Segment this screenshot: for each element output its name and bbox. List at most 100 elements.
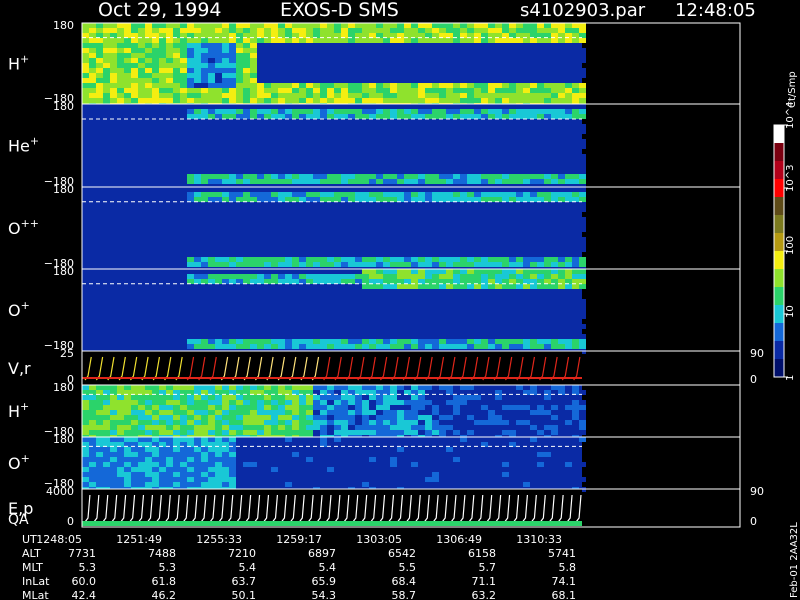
heatmap-cell: [103, 467, 110, 472]
heatmap-cell: [502, 339, 509, 344]
heatmap-cell: [523, 314, 530, 319]
heatmap-cell: [271, 232, 278, 237]
heatmap-cell: [376, 174, 383, 179]
heatmap-cell: [320, 289, 327, 294]
heatmap-cell: [124, 242, 131, 247]
heatmap-cell: [124, 420, 131, 425]
heatmap-cell: [523, 68, 530, 73]
heatmap-cell: [229, 425, 236, 430]
heatmap-cell: [453, 179, 460, 184]
heatmap-cell: [187, 197, 194, 202]
heatmap-cell: [509, 88, 516, 93]
heatmap-cell: [334, 400, 341, 405]
heatmap-cell: [453, 58, 460, 63]
heatmap-cell: [432, 237, 439, 242]
heatmap-cell: [236, 169, 243, 174]
heatmap-cell: [544, 294, 551, 299]
heatmap-cell: [432, 179, 439, 184]
heatmap-cell: [257, 63, 264, 68]
heatmap-cell: [453, 124, 460, 129]
heatmap-cell: [579, 299, 586, 304]
heatmap-cell: [299, 187, 306, 192]
heatmap-cell: [166, 400, 173, 405]
heatmap-cell: [369, 324, 376, 329]
heatmap-cell: [418, 98, 425, 103]
heatmap-cell: [82, 400, 89, 405]
heatmap-cell: [222, 467, 229, 472]
heatmap-cell: [215, 437, 222, 442]
heatmap-cell: [411, 395, 418, 400]
heatmap-cell: [572, 43, 579, 48]
heatmap-cell: [418, 63, 425, 68]
heatmap-cell: [152, 262, 159, 267]
heatmap-cell: [376, 385, 383, 390]
heatmap-cell: [194, 139, 201, 144]
heatmap-cell: [404, 279, 411, 284]
heatmap-cell: [530, 309, 537, 314]
heatmap-cell: [516, 247, 523, 252]
heatmap-cell: [292, 43, 299, 48]
heatmap-cell: [460, 28, 467, 33]
heatmap-cell: [236, 420, 243, 425]
heatmap-cell: [180, 93, 187, 98]
heatmap-cell: [411, 174, 418, 179]
heatmap-cell: [159, 437, 166, 442]
heatmap-cell: [397, 207, 404, 212]
heatmap-cell: [418, 169, 425, 174]
heatmap-cell: [376, 23, 383, 28]
heatmap-cell: [152, 430, 159, 435]
heatmap-cell: [432, 169, 439, 174]
heatmap-cell: [390, 274, 397, 279]
heatmap-cell: [145, 482, 152, 487]
heatmap-cell: [383, 425, 390, 430]
heatmap-cell: [110, 53, 117, 58]
heatmap-cell: [82, 425, 89, 430]
heatmap-cell: [334, 395, 341, 400]
heatmap-cell: [432, 28, 439, 33]
heatmap-cell: [460, 430, 467, 435]
heatmap-cell: [341, 400, 348, 405]
heatmap-cell: [285, 98, 292, 103]
heatmap-cell: [229, 430, 236, 435]
heatmap-cell: [362, 43, 369, 48]
heatmap-cell: [159, 83, 166, 88]
heatmap-cell: [327, 482, 334, 487]
heatmap-cell: [103, 339, 110, 344]
heatmap-cell: [222, 139, 229, 144]
heatmap-cell: [250, 257, 257, 262]
heatmap-cell: [229, 339, 236, 344]
heatmap-cell: [82, 257, 89, 262]
heatmap-cell: [152, 124, 159, 129]
heatmap-cell: [145, 334, 152, 339]
heatmap-cell: [278, 119, 285, 124]
heatmap-cell: [446, 294, 453, 299]
heatmap-cell: [320, 38, 327, 43]
heatmap-cell: [110, 319, 117, 324]
heatmap-cell: [110, 93, 117, 98]
heatmap-cell: [446, 400, 453, 405]
heatmap-cell: [89, 467, 96, 472]
heatmap-cell: [334, 339, 341, 344]
heatmap-cell: [313, 385, 320, 390]
heatmap-cell: [418, 274, 425, 279]
heatmap-cell: [341, 83, 348, 88]
heatmap-cell: [278, 139, 285, 144]
heatmap-cell: [502, 269, 509, 274]
heatmap-cell: [278, 227, 285, 232]
heatmap-cell: [201, 257, 208, 262]
heatmap-cell: [208, 385, 215, 390]
heatmap-cell: [418, 144, 425, 149]
heatmap-cell: [271, 339, 278, 344]
heatmap-cell: [537, 83, 544, 88]
heatmap-cell: [376, 395, 383, 400]
heatmap-cell: [278, 420, 285, 425]
heatmap-cell: [467, 197, 474, 202]
heatmap-cell: [341, 482, 348, 487]
heatmap-cell: [152, 477, 159, 482]
heatmap-cell: [299, 63, 306, 68]
heatmap-cell: [229, 144, 236, 149]
heatmap-cell: [390, 242, 397, 247]
heatmap-cell: [425, 174, 432, 179]
heatmap-cell: [558, 197, 565, 202]
heatmap-cell: [215, 425, 222, 430]
